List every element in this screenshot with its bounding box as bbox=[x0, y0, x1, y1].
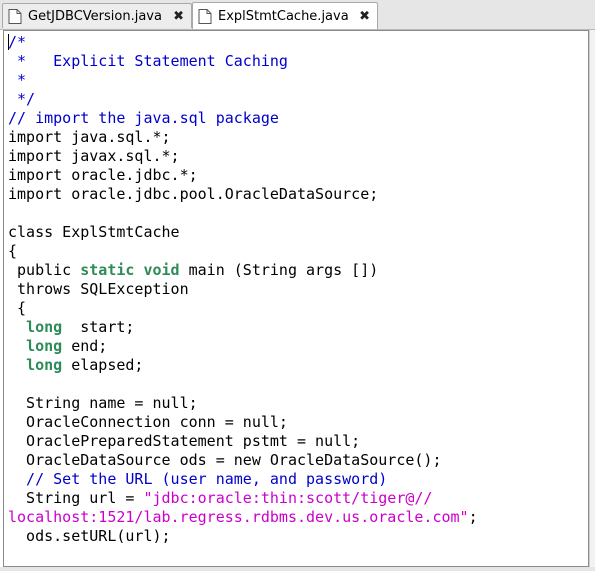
code-token: class ExplStmtCache bbox=[8, 223, 180, 241]
code-token: OracleConnection conn = null; bbox=[8, 413, 288, 431]
tab-explstmtcache[interactable]: ExplStmtCache.java ✖ bbox=[192, 2, 378, 29]
code-line: OracleDataSource ods = new OracleDataSou… bbox=[8, 451, 588, 470]
code-line: // Set the URL (user name, and password) bbox=[8, 470, 588, 489]
code-line: long elapsed; bbox=[8, 356, 588, 375]
code-token: { bbox=[8, 242, 18, 260]
close-tab-icon[interactable]: ✖ bbox=[359, 10, 370, 23]
keyword-token: long bbox=[26, 337, 63, 355]
code-line: * Explicit Statement Caching bbox=[8, 52, 588, 71]
code-token: import oracle.jdbc.pool.OracleDataSource… bbox=[8, 185, 379, 203]
code-line: ods.setURL(url); bbox=[8, 527, 588, 546]
comment-token: /* bbox=[8, 33, 27, 51]
comment-token: * bbox=[8, 71, 27, 89]
vertical-scrollbar[interactable] bbox=[589, 30, 595, 567]
editor-tab-bar: GetJDBCVersion.java ✖ ExplStmtCache.java… bbox=[0, 0, 595, 30]
tab-getjdbcversion[interactable]: GetJDBCVersion.java ✖ bbox=[2, 3, 192, 28]
code-token: public bbox=[8, 261, 81, 279]
comment-token: // Set the URL (user name, and password) bbox=[8, 470, 388, 488]
code-line: String name = null; bbox=[8, 394, 588, 413]
code-area[interactable]: /* * Explicit Statement Caching * */// i… bbox=[8, 33, 588, 546]
comment-token: * Explicit Statement Caching bbox=[8, 52, 288, 70]
code-token: String url = bbox=[8, 489, 144, 507]
code-line: public static void main (String args []) bbox=[8, 261, 588, 280]
string-token: "jdbc:oracle:thin:scott/tiger@// bbox=[143, 489, 433, 507]
keyword-token: long bbox=[26, 356, 63, 374]
code-line: class ExplStmtCache bbox=[8, 223, 588, 242]
code-editor[interactable]: /* * Explicit Statement Caching * */// i… bbox=[3, 30, 589, 567]
tab-label: GetJDBCVersion.java bbox=[28, 8, 162, 24]
code-line: String url = "jdbc:oracle:thin:scott/tig… bbox=[8, 489, 588, 508]
code-line: { bbox=[8, 299, 588, 318]
code-token: ods.setURL(url); bbox=[8, 527, 171, 545]
comment-token: // import the java.sql package bbox=[8, 109, 279, 127]
keyword-token: void bbox=[143, 261, 180, 279]
code-token: elapsed; bbox=[62, 356, 144, 374]
code-token: ; bbox=[468, 508, 478, 526]
code-token: OraclePreparedStatement pstmt = null; bbox=[8, 432, 361, 450]
comment-token: */ bbox=[8, 90, 36, 108]
keyword-token: static bbox=[80, 261, 135, 279]
code-line: { bbox=[8, 242, 588, 261]
code-token: end; bbox=[62, 337, 108, 355]
code-line: long start; bbox=[8, 318, 588, 337]
code-line: * bbox=[8, 71, 588, 90]
status-strip bbox=[0, 567, 595, 571]
keyword-token: long bbox=[26, 318, 63, 336]
code-token: throws SQLException bbox=[8, 280, 189, 298]
code-line: long end; bbox=[8, 337, 588, 356]
code-token: import oracle.jdbc.*; bbox=[8, 166, 198, 184]
code-token: OracleDataSource ods = new OracleDataSou… bbox=[8, 451, 442, 469]
code-line: */ bbox=[8, 90, 588, 109]
code-token: { bbox=[8, 299, 27, 317]
code-token: start; bbox=[62, 318, 135, 336]
code-token: import java.sql.*; bbox=[8, 128, 171, 146]
code-line: throws SQLException bbox=[8, 280, 588, 299]
code-line: import java.sql.*; bbox=[8, 128, 588, 147]
code-line: /* bbox=[8, 33, 588, 52]
java-file-icon bbox=[198, 8, 212, 24]
code-line: // import the java.sql package bbox=[8, 109, 588, 128]
code-line: import oracle.jdbc.pool.OracleDataSource… bbox=[8, 185, 588, 204]
java-file-icon bbox=[8, 8, 22, 24]
code-token: String name = null; bbox=[8, 394, 198, 412]
close-tab-icon[interactable]: ✖ bbox=[173, 10, 184, 23]
code-token: main (String args []) bbox=[179, 261, 379, 279]
code-line: import oracle.jdbc.*; bbox=[8, 166, 588, 185]
code-line: OracleConnection conn = null; bbox=[8, 413, 588, 432]
code-line: import javax.sql.*; bbox=[8, 147, 588, 166]
tab-label: ExplStmtCache.java bbox=[218, 8, 349, 24]
code-line: OraclePreparedStatement pstmt = null; bbox=[8, 432, 588, 451]
code-token: import javax.sql.*; bbox=[8, 147, 180, 165]
string-token: localhost:1521/lab.regress.rdbms.dev.us.… bbox=[8, 508, 469, 526]
code-line: localhost:1521/lab.regress.rdbms.dev.us.… bbox=[8, 508, 588, 527]
